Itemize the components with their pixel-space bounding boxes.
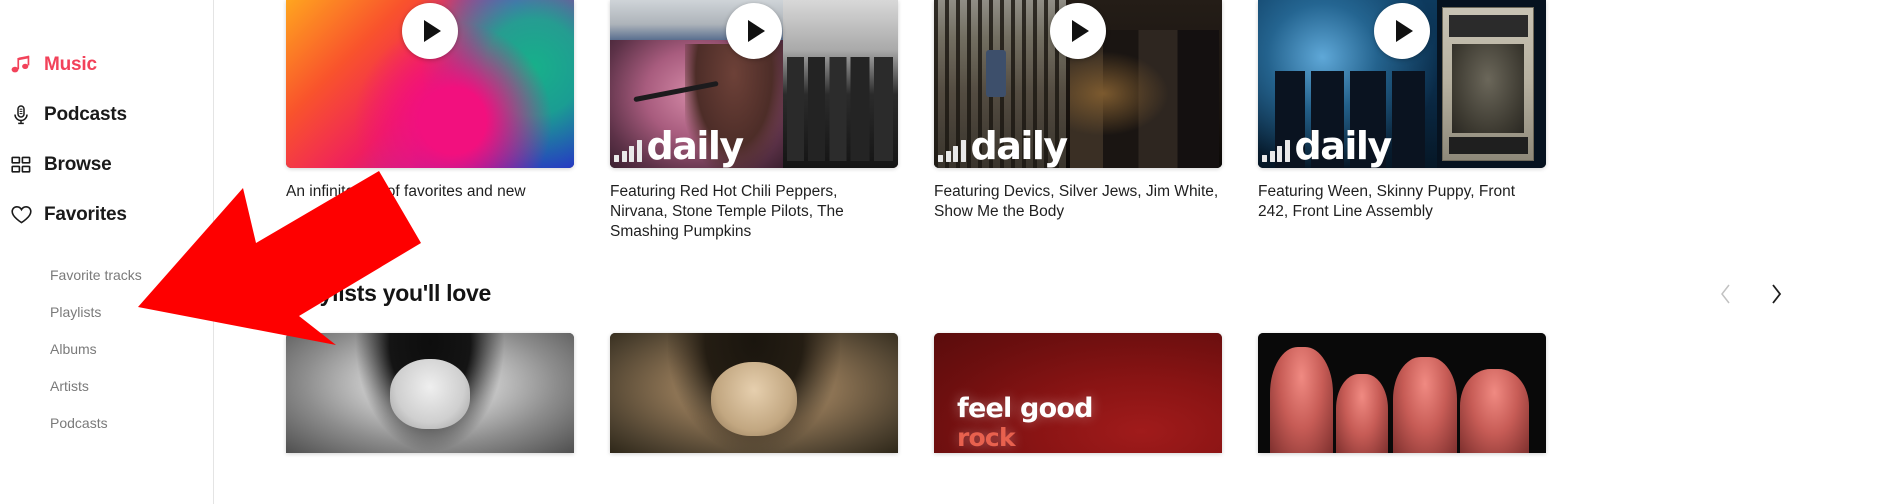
play-button[interactable]	[726, 3, 782, 59]
main-content: An infinite mix of favorites and new dai…	[214, 0, 1882, 504]
mix-card[interactable]: daily Featuring Devics, Silver Jews, Jim…	[934, 0, 1222, 242]
sidebar-secondary-nav: Favorite tracks Playlists Albums Artists…	[0, 256, 213, 441]
music-note-icon	[10, 54, 44, 76]
sidebar-item-label: Favorites	[44, 204, 127, 225]
sidebar-subitem-label: Playlists	[50, 303, 102, 320]
daily-logo-word: daily	[646, 124, 745, 168]
daily-mixes-row: An infinite mix of favorites and new dai…	[286, 0, 1882, 242]
sidebar-item-label: Podcasts	[44, 104, 127, 125]
sidebar-item-label: Music	[44, 54, 97, 75]
sidebar-subitem-artists[interactable]: Artists	[0, 367, 213, 404]
playlist-overlay-title: feel good rock	[957, 395, 1093, 451]
carousel-nav	[1718, 281, 1784, 307]
playlist-card[interactable]	[610, 333, 898, 453]
playlist-card[interactable]	[1258, 333, 1546, 453]
sidebar-subitem-favorite-tracks[interactable]: Favorite tracks	[0, 256, 213, 293]
sidebar-subitem-label: Favorite tracks	[50, 266, 142, 283]
daily-logo: daily	[610, 124, 745, 168]
playlist-card-thumbnail[interactable]: feel good rock	[934, 333, 1222, 453]
heart-icon	[10, 204, 44, 226]
sidebar-item-music[interactable]: Music	[0, 40, 213, 90]
chevron-right-icon[interactable]	[1768, 281, 1784, 307]
portrait-bw-artwork	[286, 333, 574, 453]
sidebar-primary-nav: Music Podcasts Browse Favorites	[0, 40, 213, 240]
playlist-card[interactable]: feel good rock	[934, 333, 1222, 453]
daily-logo: daily	[1258, 124, 1393, 168]
daily-logo-word: daily	[970, 124, 1069, 168]
sidebar-item-favorites[interactable]: Favorites	[0, 190, 213, 240]
playlist-card[interactable]	[286, 333, 574, 453]
sidebar-item-podcasts[interactable]: Podcasts	[0, 90, 213, 140]
play-button[interactable]	[402, 3, 458, 59]
sidebar-item-browse[interactable]: Browse	[0, 140, 213, 190]
playlist-card-thumbnail[interactable]	[610, 333, 898, 453]
sidebar-subitem-label: Podcasts	[50, 414, 108, 431]
playlist-card-thumbnail[interactable]	[286, 333, 574, 453]
section-title: Playlists you'll love	[286, 280, 491, 306]
chevron-left-icon[interactable]	[1718, 281, 1734, 307]
mix-card-caption: Featuring Red Hot Chili Peppers, Nirvana…	[610, 183, 844, 240]
mix-card-thumbnail[interactable]: daily	[610, 0, 898, 168]
play-icon	[424, 20, 441, 42]
play-icon	[1072, 20, 1089, 42]
sidebar-item-label: Browse	[44, 154, 112, 175]
sidebar-subitem-albums[interactable]: Albums	[0, 330, 213, 367]
sidebar-subitem-podcasts[interactable]: Podcasts	[0, 404, 213, 441]
play-icon	[748, 20, 765, 42]
sidebar: Music Podcasts Browse Favorites Favorite…	[0, 0, 214, 504]
microphone-icon	[10, 104, 44, 126]
mix-card[interactable]: daily Featuring Red Hot Chili Peppers, N…	[610, 0, 898, 242]
sidebar-subitem-playlists[interactable]: Playlists	[0, 293, 213, 330]
equalizer-icon	[938, 138, 966, 162]
play-icon	[1396, 20, 1413, 42]
playlist-card-thumbnail[interactable]	[1258, 333, 1546, 453]
equalizer-icon	[1262, 138, 1290, 162]
playlists-section-header: Playlists you'll love	[286, 280, 1882, 307]
playlists-row: feel good rock	[286, 333, 1882, 453]
app-root: Music Podcasts Browse Favorites Favorite…	[0, 0, 1882, 504]
daily-logo: daily	[934, 124, 1069, 168]
mix-card[interactable]: An infinite mix of favorites and new	[286, 0, 574, 242]
overlay-subtitle-text: rock	[957, 423, 1016, 453]
mix-card-thumbnail[interactable]: daily	[934, 0, 1222, 168]
daily-logo-word: daily	[1294, 124, 1393, 168]
overlay-title-text: feel good	[957, 393, 1093, 425]
play-button[interactable]	[1050, 3, 1106, 59]
grid-icon	[10, 154, 44, 176]
mix-card[interactable]: daily Featuring Ween, Skinny Puppy, Fron…	[1258, 0, 1546, 242]
mix-card-caption: An infinite mix of favorites and new	[286, 183, 526, 200]
band-red-artwork	[1258, 333, 1546, 453]
equalizer-icon	[614, 138, 642, 162]
mix-card-caption: Featuring Devics, Silver Jews, Jim White…	[934, 183, 1219, 220]
sidebar-subitem-label: Artists	[50, 377, 89, 394]
mix-card-caption: Featuring Ween, Skinny Puppy, Front 242,…	[1258, 183, 1516, 220]
mix-card-thumbnail[interactable]	[286, 0, 574, 168]
play-button[interactable]	[1374, 3, 1430, 59]
mix-card-thumbnail[interactable]: daily	[1258, 0, 1546, 168]
portrait-sepia-artwork	[610, 333, 898, 453]
sidebar-subitem-label: Albums	[50, 340, 97, 357]
